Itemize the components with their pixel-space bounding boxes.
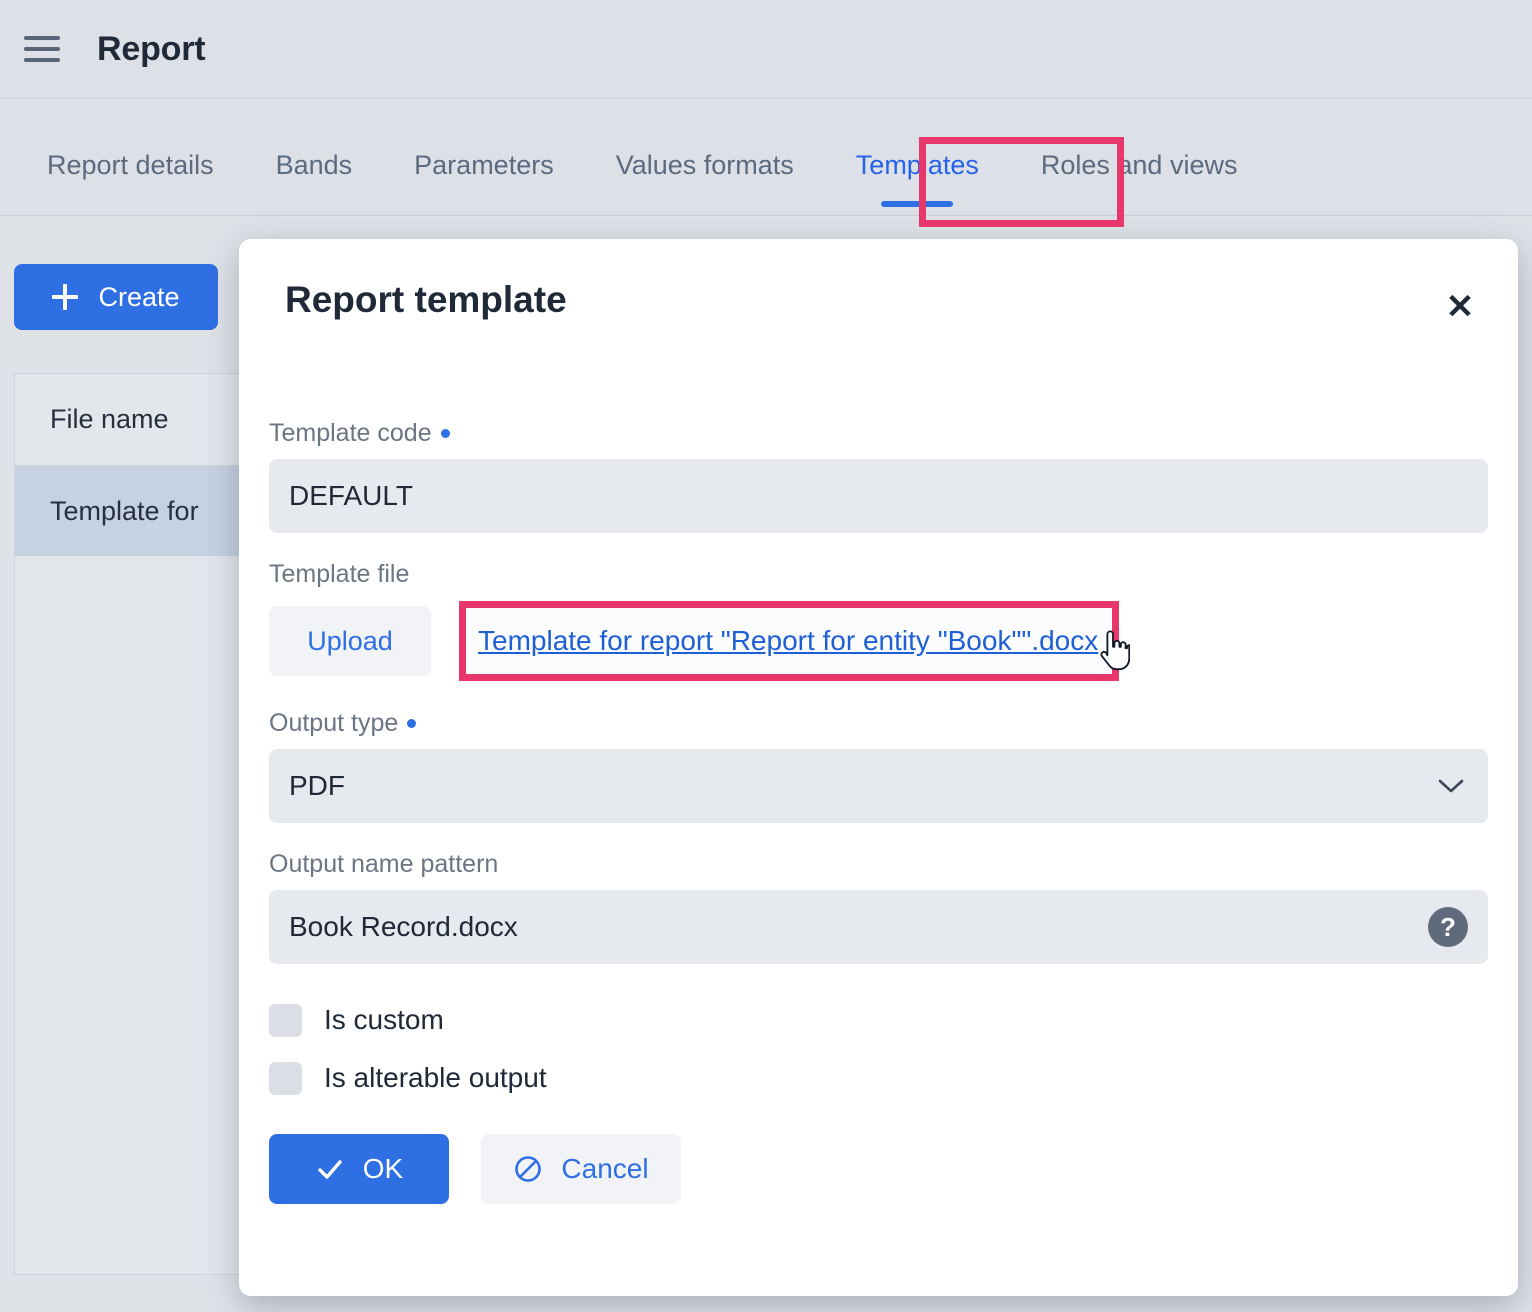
is-alterable-output-label: Is alterable output [324,1062,547,1093]
dialog-actions: OK Cancel [269,1134,1488,1204]
pointing-hand-cursor-icon [1100,630,1131,671]
is-custom-checkbox[interactable] [269,1003,302,1037]
page-title: Report [97,29,206,68]
tab-bar: Report details Bands Parameters Values f… [0,100,1532,216]
is-custom-checkbox-row[interactable]: Is custom [269,991,1488,1049]
cancel-button-label: Cancel [561,1153,649,1184]
app-root: Report Report details Bands Parameters V… [0,0,1532,1312]
template-code-input[interactable]: DEFAULT [269,459,1488,533]
template-file-row: Upload Template for report "Report for e… [269,600,1488,682]
upload-button[interactable]: Upload [269,606,431,676]
required-dot-icon [407,719,417,728]
tab-values-formats[interactable]: Values formats [585,115,825,215]
close-icon[interactable]: ✕ [1434,281,1486,333]
template-file-link-highlight-box: Template for report "Report for entity "… [459,601,1131,681]
output-type-value: PDF [289,770,345,801]
tab-bands[interactable]: Bands [245,115,384,215]
chevron-down-icon [1438,779,1464,793]
template-code-field: Template code DEFAULT [269,419,1488,533]
output-name-pattern-input[interactable]: Book Record.docx ? [269,890,1488,964]
ok-button-label: OK [362,1153,404,1184]
output-name-pattern-field: Output name pattern Book Record.docx ? [269,850,1488,964]
template-code-value: DEFAULT [289,480,413,511]
question-mark-icon[interactable]: ? [1428,907,1468,947]
template-file-label: Template file [269,560,410,588]
output-name-pattern-label: Output name pattern [269,850,499,878]
template-code-label: Template code [269,419,432,447]
dialog-title: Report template [285,279,567,320]
is-alterable-output-checkbox[interactable] [269,1061,302,1095]
check-icon [318,1160,342,1179]
output-type-label: Output type [269,709,399,737]
output-name-pattern-label-row: Output name pattern [269,850,1488,879]
dialog-form: Template code DEFAULT Template file Uplo… [269,419,1488,1204]
output-type-field: Output type PDF [269,709,1488,823]
tab-roles-and-views[interactable]: Roles and views [1010,115,1269,215]
tab-templates[interactable]: Templates [825,115,1010,215]
template-file-field: Template file Upload Template for report… [269,560,1488,682]
ok-button[interactable]: OK [269,1134,449,1204]
cancel-button[interactable]: Cancel [481,1134,681,1204]
top-bar: Report [0,0,1532,99]
report-template-dialog: Report template ✕ Template code DEFAULT … [239,239,1518,1296]
template-code-label-row: Template code [269,419,1488,448]
required-dot-icon [440,429,450,438]
template-file-link[interactable]: Template for report "Report for entity "… [478,625,1098,657]
plus-icon [52,284,79,310]
is-alterable-output-checkbox-row[interactable]: Is alterable output [269,1049,1488,1107]
output-type-select[interactable]: PDF [269,749,1488,823]
tab-parameters[interactable]: Parameters [383,115,585,215]
ban-circle-icon [515,1156,542,1182]
output-type-label-row: Output type [269,709,1488,738]
template-file-label-row: Template file [269,560,1488,589]
create-button[interactable]: Create [14,264,218,330]
create-button-label: Create [98,281,180,312]
hamburger-icon[interactable] [24,29,64,69]
output-name-pattern-value: Book Record.docx [289,911,518,942]
is-custom-label: Is custom [324,1004,444,1035]
tab-report-details[interactable]: Report details [16,115,245,215]
